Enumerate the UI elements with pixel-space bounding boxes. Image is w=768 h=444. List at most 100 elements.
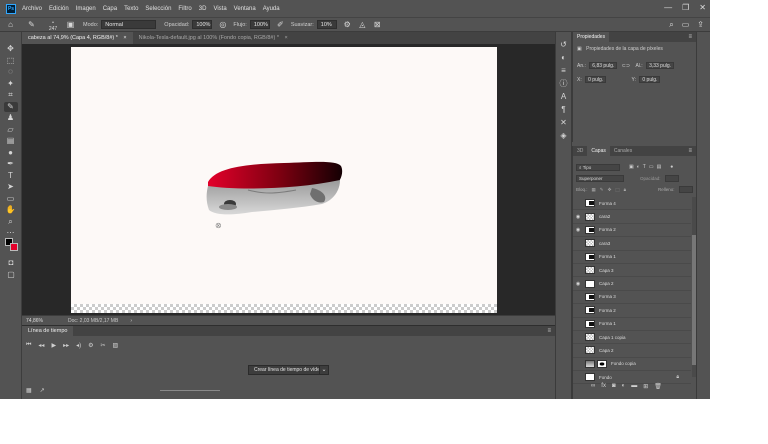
background-color-swatch[interactable]	[10, 243, 18, 251]
symmetry-icon[interactable]: ⊠	[373, 20, 382, 29]
layer-row[interactable]: Capa 3	[573, 264, 691, 278]
adjustments-icon[interactable]: ◐	[558, 53, 569, 63]
lock-all-icon[interactable]: 🔒︎	[624, 187, 626, 192]
menu-edicion[interactable]: Edición	[49, 6, 69, 12]
tools-preset-icon[interactable]: ✕	[558, 118, 569, 128]
mode-select[interactable]: Normal	[101, 20, 157, 29]
layer-row[interactable]: ◉ cara2	[573, 210, 691, 224]
menu-filtro[interactable]: Filtro	[178, 6, 191, 12]
layer-row[interactable]: Forma 1	[573, 318, 691, 331]
zoom-tool-icon[interactable]: ⌕	[4, 217, 18, 227]
visibility-eye-icon[interactable]: ◉	[573, 281, 583, 287]
path-select-tool-icon[interactable]: ➤	[4, 182, 18, 192]
filter-pixel-icon[interactable]: ▣	[629, 164, 634, 170]
history-icon[interactable]: ↺	[558, 40, 569, 50]
create-video-timeline-button[interactable]: Crear línea de tiempo de vídeo	[248, 365, 329, 375]
timeline-zoom-slider[interactable]	[160, 390, 220, 391]
minimize-button[interactable]: —	[664, 3, 672, 12]
transition-icon[interactable]: ▨	[113, 342, 119, 349]
panel-menu-icon[interactable]: ≡	[688, 148, 692, 154]
tab-capas[interactable]: Capas	[587, 146, 610, 156]
y-field[interactable]: 0 pulg.	[639, 76, 661, 83]
quick-mask-icon[interactable]: ◘	[4, 258, 18, 268]
styles-icon[interactable]: ◈	[558, 131, 569, 141]
menu-ventana[interactable]: Ventana	[234, 6, 256, 12]
chevron-down-icon[interactable]: ⌄	[319, 365, 329, 375]
eraser-tool-icon[interactable]: ▱	[4, 125, 18, 135]
lasso-tool-icon[interactable]: ◌	[4, 67, 18, 77]
lock-pixels-icon[interactable]: ✎	[600, 187, 604, 193]
zoom-level[interactable]: 74,86%	[26, 318, 56, 324]
brush-panel-icon[interactable]: ▣	[66, 20, 75, 29]
tab-canales[interactable]: Canales	[610, 146, 636, 156]
blend-mode-select[interactable]: Superponer	[576, 175, 624, 182]
visibility-eye-icon[interactable]: ◉	[573, 227, 583, 233]
workspace-icon[interactable]: ▭	[682, 20, 690, 30]
pressure-opacity-icon[interactable]: ◎	[218, 20, 227, 29]
layer-opacity-field[interactable]	[664, 175, 679, 182]
character-icon[interactable]: A	[558, 92, 569, 102]
layer-row[interactable]: ◉ Capa 2	[573, 277, 691, 291]
play-icon[interactable]: ▶	[51, 342, 56, 349]
panel-menu-icon[interactable]: ≡	[688, 34, 692, 40]
panel-menu-icon[interactable]: ≡	[547, 328, 551, 334]
marquee-tool-icon[interactable]: ⬚	[4, 56, 18, 66]
shape-tool-icon[interactable]: ▭	[4, 194, 18, 204]
menu-capa[interactable]: Capa	[103, 6, 117, 12]
film-icon[interactable]: ▦	[26, 387, 32, 394]
layer-mask-thumbnail[interactable]	[597, 359, 607, 368]
lock-transparent-icon[interactable]: ▦	[592, 187, 596, 193]
maximize-button[interactable]: ❐	[682, 3, 689, 12]
close-icon[interactable]: ×	[123, 35, 126, 41]
brush-preset-icon[interactable]: ✎	[27, 20, 36, 29]
paragraph-icon[interactable]: ¶	[558, 105, 569, 115]
group-icon[interactable]: ▬	[631, 383, 637, 390]
dodge-tool-icon[interactable]: ●	[4, 148, 18, 158]
brush-tool-icon[interactable]: ✎	[3, 101, 18, 112]
width-field[interactable]: 6,83 pulg.	[589, 62, 618, 69]
prev-frame-icon[interactable]: ◂◂	[38, 342, 44, 349]
brush-size-icon[interactable]: • 247	[46, 20, 60, 32]
next-frame-icon[interactable]: ▸▸	[63, 342, 69, 349]
canvas-area[interactable]: ⊗	[22, 44, 555, 315]
link-icon[interactable]: ⊂⊃	[622, 63, 630, 69]
timeline-title[interactable]: Línea de tiempo	[22, 326, 74, 336]
type-tool-icon[interactable]: T	[4, 171, 18, 181]
crop-tool-icon[interactable]: ⌗	[4, 90, 18, 100]
angle-icon[interactable]: ◬	[358, 20, 367, 29]
split-icon[interactable]: ✂	[101, 342, 106, 349]
x-field[interactable]: 0 pulg.	[585, 76, 607, 83]
layer-filter-select[interactable]: ⌕ Tipo	[576, 163, 620, 171]
menu-seleccion[interactable]: Selección	[145, 6, 171, 12]
smoothing-settings-icon[interactable]: ⚙	[343, 20, 352, 29]
first-frame-icon[interactable]: ⏮	[26, 342, 31, 349]
lock-position-icon[interactable]: ✥	[608, 187, 612, 193]
screen-mode-icon[interactable]: ▢	[4, 270, 18, 280]
stamp-tool-icon[interactable]: ♟	[4, 113, 18, 123]
layer-row[interactable]: Forma 2	[573, 304, 691, 318]
layer-fill-field[interactable]	[678, 186, 693, 193]
more-tools-icon[interactable]: ⋯	[4, 228, 18, 238]
smooth-field[interactable]: 10%	[316, 20, 337, 29]
layer-row[interactable]: Fondo copia	[573, 358, 691, 372]
share-icon[interactable]: ⇪	[697, 20, 704, 30]
doc-tab-cabeza[interactable]: cabeza al 74,9% (Capa 4, RGB/8#) * ×	[22, 32, 133, 44]
settings-icon[interactable]: ⚙	[88, 342, 93, 349]
filter-adjust-icon[interactable]: ◐	[637, 164, 640, 170]
menu-ayuda[interactable]: Ayuda	[263, 6, 280, 12]
add-mask-icon[interactable]: ◙	[612, 383, 616, 390]
link-layers-icon[interactable]: ∞	[591, 383, 595, 390]
filter-shape-icon[interactable]: ▭	[649, 164, 654, 170]
tab-3d[interactable]: 3D	[573, 146, 587, 156]
menu-imagen[interactable]: Imagen	[76, 6, 96, 12]
hand-tool-icon[interactable]: ✋	[4, 205, 18, 215]
layer-row[interactable]: Forma 3	[573, 291, 691, 305]
pen-tool-icon[interactable]: ✒	[4, 159, 18, 169]
lock-artboard-icon[interactable]: ⬚	[615, 187, 619, 193]
search-icon[interactable]: ⌕	[669, 20, 673, 30]
filter-type-icon[interactable]: T	[643, 164, 646, 170]
info-icon[interactable]: ⓘ	[558, 79, 569, 89]
filter-toggle-icon[interactable]: ●	[670, 164, 673, 170]
layer-row[interactable]: Capa 2	[573, 344, 691, 358]
gradient-tool-icon[interactable]: ▤	[4, 136, 18, 146]
